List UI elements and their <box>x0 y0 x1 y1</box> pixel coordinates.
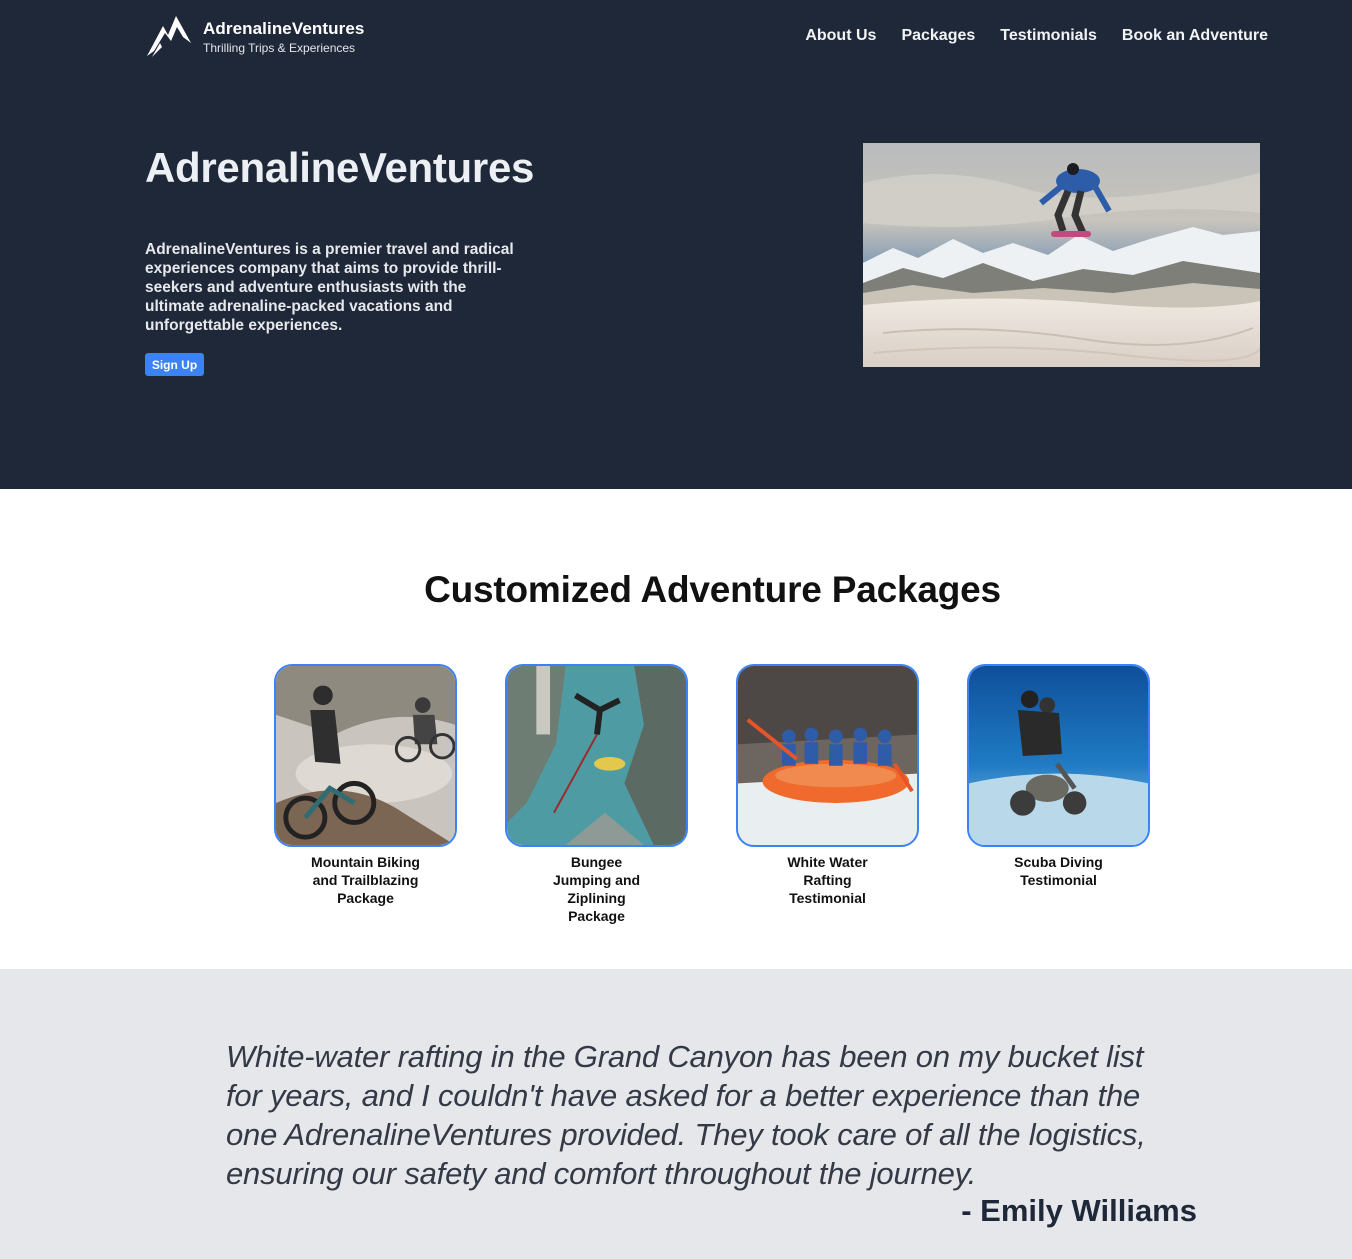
package-caption: Bungee Jumping and Ziplining Package <box>552 854 641 924</box>
brand-logo[interactable]: AdrenalineVentures Thrilling Trips & Exp… <box>146 13 386 59</box>
sign-up-button[interactable]: Sign Up <box>145 353 204 376</box>
mountain-logo-icon <box>147 16 191 57</box>
hero-snowboard-image <box>863 143 1260 367</box>
scuba-diving-image[interactable] <box>967 664 1150 847</box>
package-card-bungee: Bungee Jumping and Ziplining Package <box>505 664 688 925</box>
brand-name: AdrenalineVentures <box>203 19 365 38</box>
nav-about-us[interactable]: About Us <box>805 27 876 45</box>
package-card-scuba: Scuba Diving Testimonial <box>967 664 1150 889</box>
package-card-mountain-biking: Mountain Biking and Trailblazing Package <box>274 664 457 907</box>
package-caption: Scuba Diving Testimonial <box>1014 854 1103 888</box>
packages-title: Customized Adventure Packages <box>424 569 1001 610</box>
package-caption: Mountain Biking and Trailblazing Package <box>311 854 420 906</box>
hero-description: AdrenalineVentures is a premier travel a… <box>145 241 514 334</box>
mountain-biking-image[interactable] <box>274 664 457 847</box>
bungee-jumping-image[interactable] <box>505 664 688 847</box>
brand-tagline: Thrilling Trips & Experiences <box>203 41 356 55</box>
testimonial-quote: White-water rafting in the Grand Canyon … <box>226 1039 1146 1191</box>
main-nav: About Us Packages Testimonials Book an A… <box>805 27 1268 45</box>
nav-book-adventure[interactable]: Book an Adventure <box>1122 27 1268 45</box>
hero-section: AdrenalineVentures Thrilling Trips & Exp… <box>0 0 1352 489</box>
testimonial-author: - Emily Williams <box>961 1193 1197 1228</box>
testimonial-section: White-water rafting in the Grand Canyon … <box>0 969 1352 1259</box>
nav-packages[interactable]: Packages <box>901 27 975 45</box>
rafting-image[interactable] <box>736 664 919 847</box>
package-card-rafting: White Water Rafting Testimonial <box>736 664 919 907</box>
nav-testimonials[interactable]: Testimonials <box>1000 27 1097 45</box>
hero-title: AdrenalineVentures <box>145 144 535 191</box>
package-caption: White Water Rafting Testimonial <box>787 854 868 906</box>
